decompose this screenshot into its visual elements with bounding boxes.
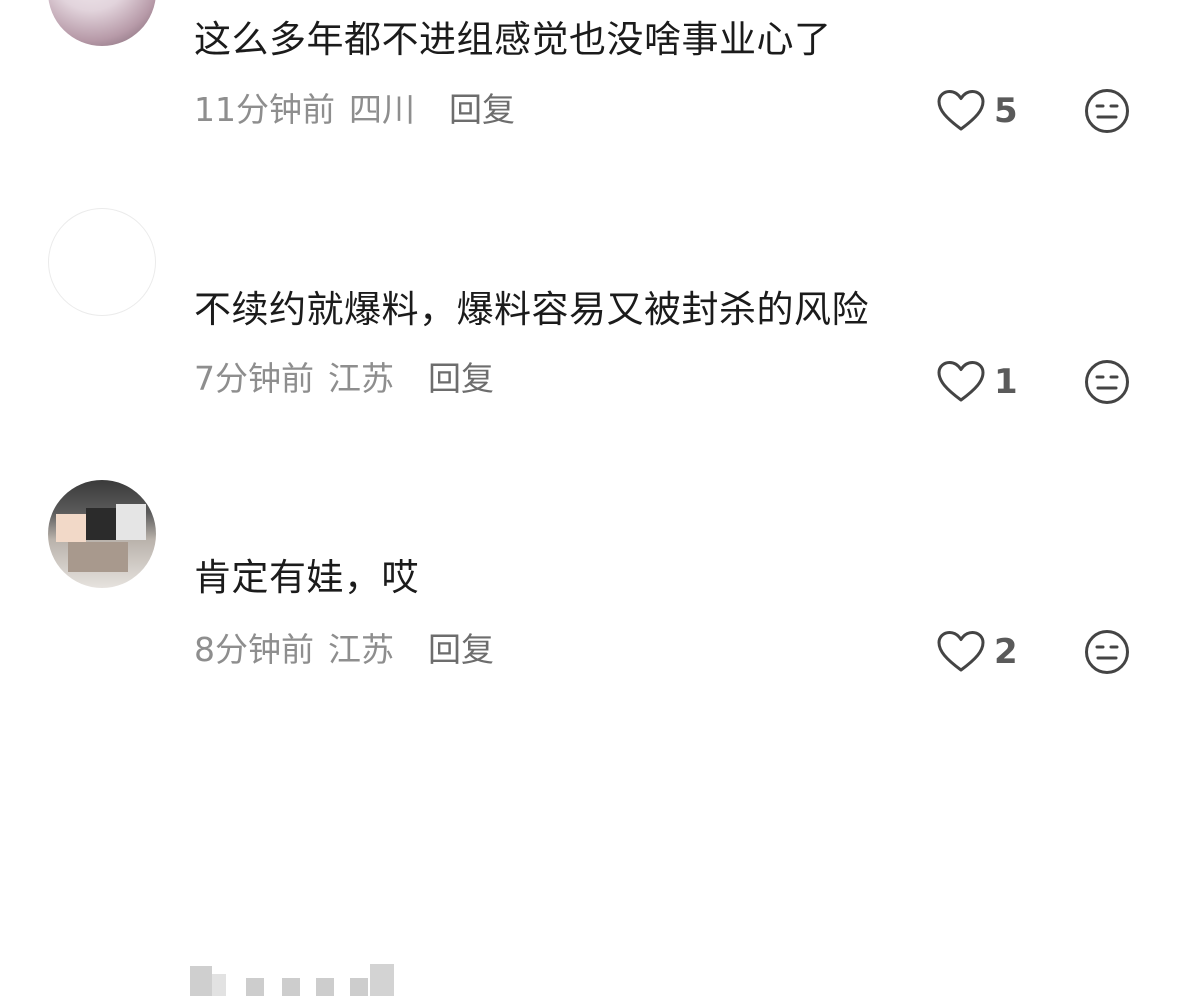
comment-text: 这么多年都不进组感觉也没啥事业心了 <box>194 18 832 61</box>
username-redacted <box>190 960 400 998</box>
avatar[interactable] <box>48 0 156 46</box>
comment-meta: 7分钟前 江苏 回复 <box>194 359 494 399</box>
comment-location: 江苏 <box>328 630 394 669</box>
comment-location: 四川 <box>349 90 415 129</box>
meh-face-icon <box>1084 359 1130 405</box>
comment-item: 肯定有娃，哎 8分钟前 江苏 回复 2 <box>0 470 1179 996</box>
comment-item: 不续约就爆料，爆料容易又被封杀的风险 7分钟前 江苏 回复 1 <box>0 200 1179 430</box>
comment-time: 7分钟前 <box>194 359 314 398</box>
like-count: 1 <box>994 362 1018 402</box>
avatar[interactable] <box>48 480 156 588</box>
dislike-button[interactable] <box>1084 359 1130 405</box>
comment-item: 这么多年都不进组感觉也没啥事业心了 11分钟前 四川 回复 5 <box>0 0 1179 160</box>
comment-meta: 8分钟前 江苏 回复 <box>194 630 494 670</box>
reply-button[interactable]: 回复 <box>428 359 494 399</box>
like-button[interactable]: 5 <box>936 86 1018 136</box>
comment-time: 11分钟前 <box>194 90 335 129</box>
comment-time: 8分钟前 <box>194 630 314 669</box>
heart-outline-icon <box>936 630 986 674</box>
comment-text: 肯定有娃，哎 <box>194 556 419 599</box>
avatar[interactable] <box>48 208 156 316</box>
heart-outline-icon <box>936 360 986 404</box>
heart-outline-icon <box>936 89 986 133</box>
comment-meta: 11分钟前 四川 回复 <box>194 90 515 130</box>
reply-button[interactable]: 回复 <box>449 90 515 130</box>
comment-text: 不续约就爆料，爆料容易又被封杀的风险 <box>194 288 869 331</box>
meh-face-icon <box>1084 629 1130 675</box>
comment-location: 江苏 <box>328 359 394 398</box>
like-button[interactable]: 2 <box>936 627 1018 677</box>
like-button[interactable]: 1 <box>936 357 1018 407</box>
like-count: 2 <box>994 632 1018 672</box>
reply-button[interactable]: 回复 <box>428 630 494 670</box>
dislike-button[interactable] <box>1084 88 1130 134</box>
dislike-button[interactable] <box>1084 629 1130 675</box>
like-count: 5 <box>994 91 1018 131</box>
meh-face-icon <box>1084 88 1130 134</box>
